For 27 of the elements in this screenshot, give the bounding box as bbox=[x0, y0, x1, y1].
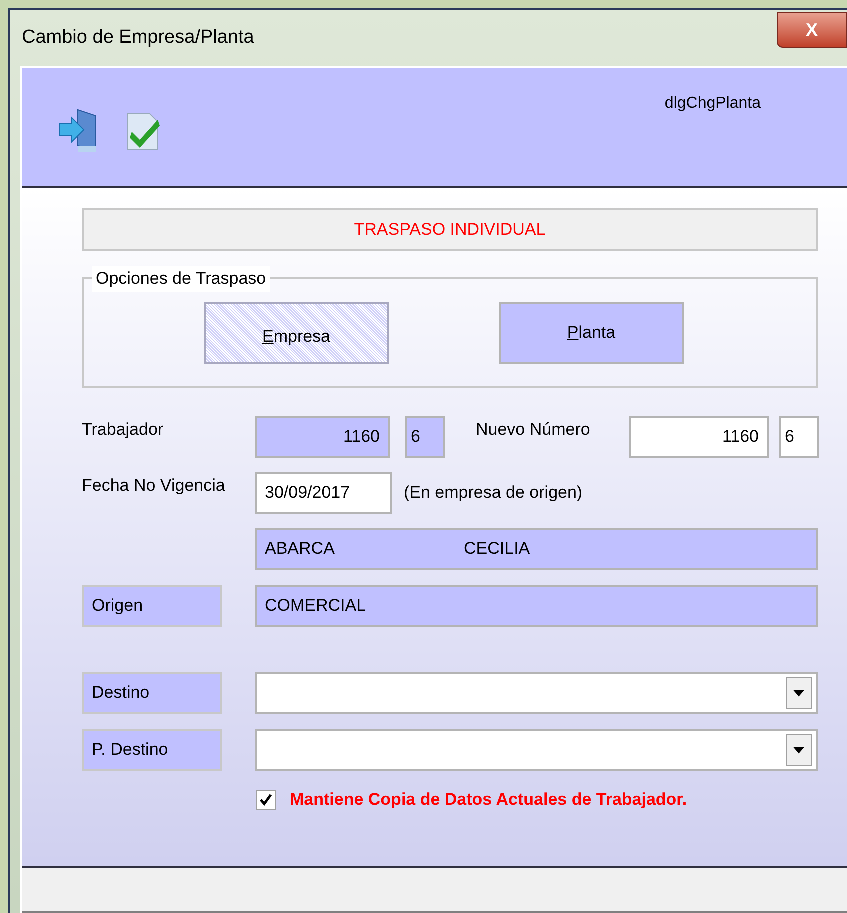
date-field[interactable]: 30/09/2017 bbox=[255, 472, 392, 514]
field-label: Nuevo Número bbox=[476, 419, 592, 442]
suffix-field[interactable]: 6 bbox=[779, 416, 819, 458]
checkbox-label: Mantiene Copia de Datos Actuales de Trabajador. bbox=[290, 789, 688, 811]
number-field[interactable]: 1160 bbox=[255, 416, 390, 458]
window-title: Cambio de Empresa/Planta bbox=[22, 26, 254, 50]
dropdown-field[interactable] bbox=[255, 729, 818, 771]
date-note: (En empresa de origen) bbox=[404, 482, 583, 504]
title-banner: TRASPASO INDIVIDUAL bbox=[82, 208, 818, 251]
checkmark-icon[interactable] bbox=[126, 112, 162, 152]
field-label: Destino bbox=[82, 672, 222, 714]
form-name: dlgChgPlanta bbox=[664, 94, 761, 114]
option-button[interactable]: Empresa bbox=[204, 302, 389, 364]
field-label: Trabajador bbox=[82, 419, 165, 442]
checkbox[interactable] bbox=[256, 790, 276, 810]
option-button[interactable]: Planta bbox=[499, 302, 684, 364]
group-legend: Opciones de Traspaso bbox=[92, 266, 270, 292]
suffix-field[interactable]: 6 bbox=[405, 416, 445, 458]
number-field[interactable]: 1160 bbox=[629, 416, 769, 458]
check-icon bbox=[259, 792, 273, 807]
field-label: Origen bbox=[82, 585, 222, 627]
surname-text: ABARCA bbox=[265, 538, 336, 560]
field-label: Fecha No Vigencia bbox=[82, 475, 226, 498]
field-label: P. Destino bbox=[82, 729, 222, 771]
origin-field[interactable]: COMERCIAL bbox=[255, 585, 818, 627]
dropdown-field[interactable] bbox=[255, 672, 818, 714]
given-name-text: CECILIA bbox=[464, 538, 530, 560]
